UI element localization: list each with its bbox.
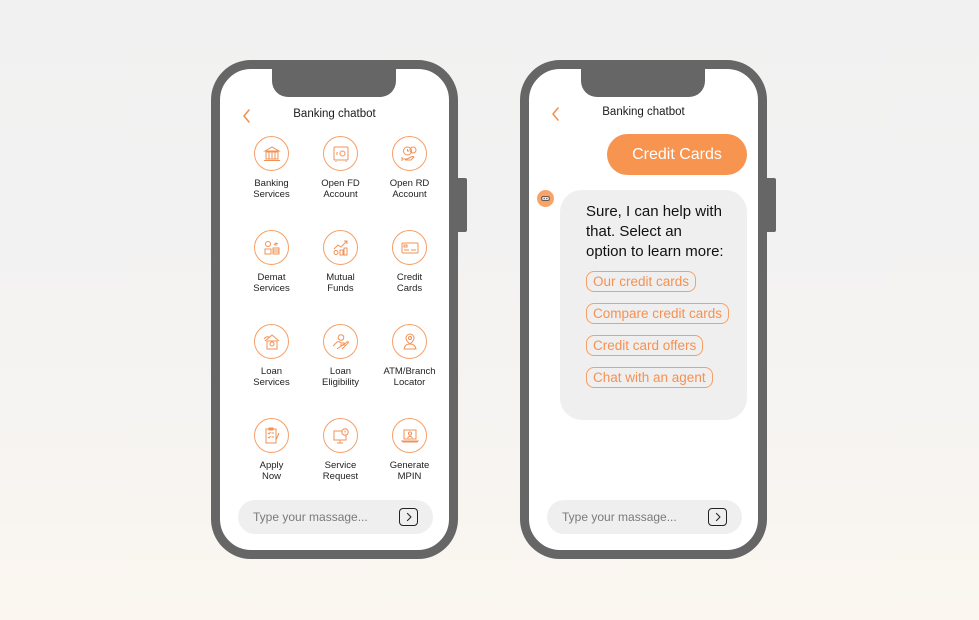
bank-building-icon	[254, 136, 289, 171]
message-input[interactable]	[253, 500, 393, 534]
menu-item-label: Demat Services	[253, 272, 290, 294]
menu-item-mutual-funds[interactable]: Mutual Funds	[306, 230, 375, 324]
user-message-text: Credit Cards	[632, 145, 722, 163]
send-button[interactable]	[708, 508, 727, 526]
phone-frame-chat: Banking chatbot Credit Cards Sure, I can…	[520, 60, 776, 559]
user-message-bubble: Credit Cards	[607, 134, 747, 175]
menu-item-label: Service Request	[322, 460, 359, 482]
loan-house-gear-icon	[254, 324, 289, 359]
quick-reply-options: Our credit cards Compare credit cards Cr…	[586, 271, 747, 399]
menu-item-generate-mpin[interactable]: Generate MPIN	[375, 418, 444, 512]
menu-item-banking-services[interactable]: Banking Services	[237, 136, 306, 230]
phone-notch	[272, 67, 396, 97]
menu-item-label: Generate MPIN	[389, 460, 430, 482]
credit-card-icon	[392, 230, 427, 265]
page-title: Banking chatbot	[293, 108, 376, 120]
menu-item-label: Banking Services	[253, 178, 290, 200]
quick-reply-chat-with-agent[interactable]: Chat with an agent	[586, 367, 713, 388]
chevron-right-icon	[715, 512, 721, 522]
bot-message-bubble: Sure, I can help with that. Select an op…	[560, 190, 747, 420]
menu-item-label: ATM/Branch Locator	[383, 366, 436, 388]
phone-notch	[581, 67, 705, 97]
money-stack-growth-icon	[254, 230, 289, 265]
coins-clock-hand-icon	[392, 136, 427, 171]
quick-reply-compare-credit-cards[interactable]: Compare credit cards	[586, 303, 730, 324]
app-header: Banking chatbot	[220, 105, 449, 127]
safe-vault-icon	[323, 136, 358, 171]
message-input-bar	[238, 500, 433, 534]
app-header: Banking chatbot	[529, 103, 758, 125]
menu-item-atm-branch-locator[interactable]: ATM/Branch Locator	[375, 324, 444, 418]
menu-item-label: Loan Services	[253, 366, 290, 388]
robot-icon	[541, 196, 550, 201]
menu-item-open-rd-account[interactable]: Open RD Account	[375, 136, 444, 230]
menu-item-demat-services[interactable]: Demat Services	[237, 230, 306, 324]
quick-reply-our-credit-cards[interactable]: Our credit cards	[586, 271, 697, 292]
phone-frame-menu: Banking chatbot Banking Services Open FD…	[211, 60, 467, 559]
menu-item-label: Credit Cards	[396, 272, 423, 294]
menu-item-label: Open FD Account	[321, 178, 360, 200]
menu-item-label: Loan Eligibility	[322, 366, 359, 388]
menu-item-label: Mutual Funds	[326, 272, 355, 294]
chevron-right-icon	[406, 512, 412, 522]
location-person-icon	[392, 324, 427, 359]
menu-item-loan-eligibility[interactable]: Loan Eligibility	[306, 324, 375, 418]
phone-side-button	[458, 178, 467, 232]
menu-item-label: Apply Now	[259, 460, 284, 482]
clipboard-checklist-icon	[254, 418, 289, 453]
menu-item-service-request[interactable]: Service Request	[306, 418, 375, 512]
send-button[interactable]	[399, 508, 418, 526]
quick-reply-credit-card-offers[interactable]: Credit card offers	[586, 335, 704, 356]
menu-item-open-fd-account[interactable]: Open FD Account	[306, 136, 375, 230]
message-input[interactable]	[562, 500, 702, 534]
laptop-user-icon	[392, 418, 427, 453]
monitor-alert-icon	[323, 418, 358, 453]
message-input-bar	[547, 500, 742, 534]
hand-coin-icon	[323, 324, 358, 359]
menu-item-label: Open RD Account	[389, 178, 430, 200]
menu-item-credit-cards[interactable]: Credit Cards	[375, 230, 444, 324]
phone-side-button	[767, 178, 776, 232]
bot-avatar	[537, 190, 554, 207]
menu-item-apply-now[interactable]: Apply Now	[237, 418, 306, 512]
page-title: Banking chatbot	[602, 106, 685, 118]
services-menu-grid: Banking Services Open FD Account Open RD…	[237, 136, 442, 512]
chart-coins-icon	[323, 230, 358, 265]
bot-message-text: Sure, I can help with that. Select an op…	[586, 203, 724, 260]
menu-item-loan-services[interactable]: Loan Services	[237, 324, 306, 418]
